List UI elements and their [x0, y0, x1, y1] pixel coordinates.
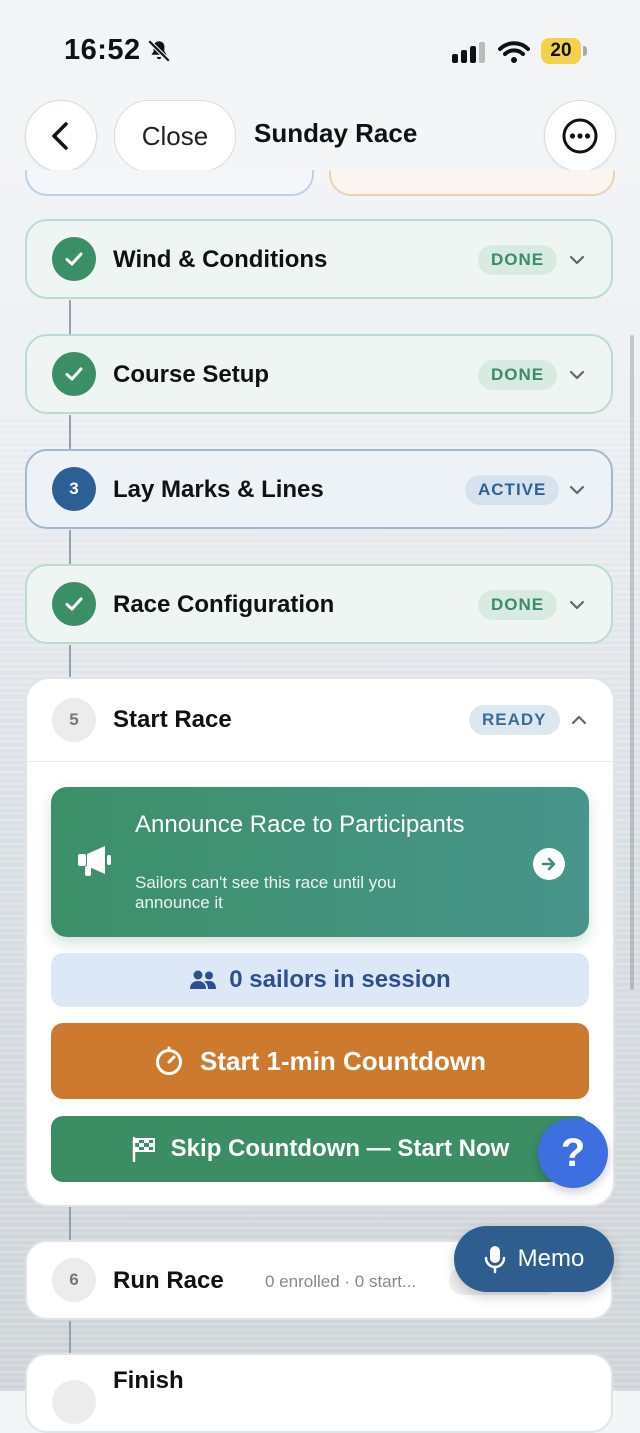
announce-subtitle: Sailors can't see this race until you an…: [135, 873, 397, 912]
step-label: Run Race: [113, 1267, 224, 1294]
previous-card-right: [329, 170, 615, 196]
status-badge: READY: [469, 705, 560, 735]
run-race-meta: 0 enrolled · 0 start...: [265, 1272, 417, 1291]
skip-countdown-button[interactable]: Skip Countdown — Start Now: [51, 1116, 589, 1182]
step-connector: [69, 530, 71, 566]
scrollbar[interactable]: [630, 335, 634, 990]
step-start-race-header[interactable]: 5 Start Race READY: [27, 679, 613, 762]
back-button[interactable]: [25, 100, 97, 172]
status-badge: ACTIVE: [465, 475, 560, 505]
help-button[interactable]: ?: [538, 1118, 608, 1188]
step-number: [52, 1380, 96, 1424]
page-title: Sunday Race: [254, 118, 418, 148]
step-wind-conditions[interactable]: Wind & Conditions DONE: [25, 219, 613, 299]
checkered-flag-icon: [132, 1136, 155, 1162]
step-connector: [69, 645, 71, 679]
microphone-icon: [484, 1246, 505, 1274]
arrow-right-icon: [533, 848, 565, 880]
timer-icon: [156, 1046, 182, 1075]
step-course-setup[interactable]: Course Setup DONE: [25, 334, 613, 414]
status-badge: DONE: [478, 360, 558, 390]
close-button[interactable]: Close: [114, 100, 236, 172]
announce-title: Announce Race to Participants: [135, 811, 465, 838]
cell-signal-icon: [452, 42, 485, 63]
step-lay-marks-lines[interactable]: 3 Lay Marks & Lines ACTIVE: [25, 449, 613, 529]
check-icon: [52, 237, 96, 281]
more-options-button[interactable]: [544, 100, 616, 172]
announce-race-button[interactable]: Announce Race to Participants Sailors ca…: [51, 787, 589, 937]
step-race-configuration[interactable]: Race Configuration DONE: [25, 564, 613, 644]
status-time: 16:52: [64, 34, 141, 66]
step-connector: [69, 1207, 71, 1241]
step-label: Course Setup: [113, 361, 270, 388]
step-number: 3: [52, 467, 96, 511]
step-number: 5: [52, 698, 96, 742]
chevron-down-icon: [569, 370, 585, 380]
chevron-left-icon: [52, 122, 68, 150]
step-number: 6: [52, 1258, 96, 1302]
check-icon: [52, 352, 96, 396]
step-label: Race Configuration: [113, 591, 335, 618]
previous-card-left: [25, 170, 314, 196]
step-connector: [69, 1321, 71, 1355]
skip-label: Skip Countdown — Start Now: [170, 1135, 510, 1162]
ellipsis-circle-icon: [562, 118, 598, 154]
status-badge: DONE: [478, 245, 558, 275]
chevron-down-icon: [569, 600, 585, 610]
users-icon: [190, 970, 217, 989]
chevron-down-icon: [569, 255, 585, 265]
countdown-label: Start 1-min Countdown: [200, 1045, 486, 1076]
wifi-icon: [498, 41, 530, 63]
status-bar: 16:52 20: [0, 0, 640, 90]
step-finish[interactable]: Finish: [25, 1353, 613, 1433]
memo-button[interactable]: Memo: [454, 1226, 614, 1292]
chevron-down-icon: [569, 485, 585, 495]
bell-muted-icon: [147, 39, 171, 63]
battery-tip: [583, 46, 587, 56]
chevron-up-icon: [571, 715, 587, 725]
memo-label: Memo: [517, 1245, 585, 1272]
check-icon: [52, 582, 96, 626]
step-connector: [69, 300, 71, 336]
sailors-in-session-banner: 0 sailors in session: [51, 953, 589, 1007]
step-label: Wind & Conditions: [113, 246, 328, 273]
step-label: Start Race: [113, 706, 232, 733]
step-connector: [69, 415, 71, 451]
start-countdown-button[interactable]: Start 1-min Countdown: [51, 1023, 589, 1099]
status-badge: DONE: [478, 590, 558, 620]
battery-icon: 20: [541, 38, 581, 64]
step-label: Lay Marks & Lines: [113, 476, 324, 503]
step-start-race: 5 Start Race READY Announce Race to Part…: [25, 677, 615, 1207]
session-count-text: 0 sailors in session: [229, 966, 451, 993]
megaphone-icon: [78, 846, 111, 876]
